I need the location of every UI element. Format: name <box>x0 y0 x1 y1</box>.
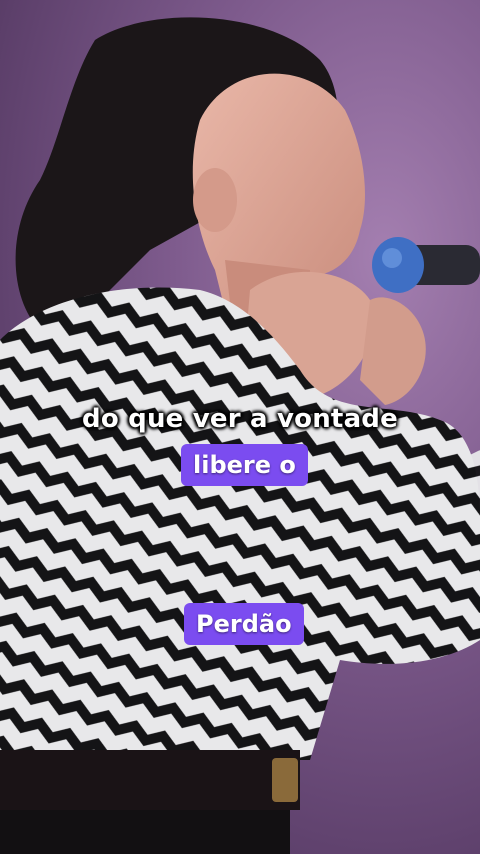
subtitle-line: do que ver a vontade <box>82 404 398 434</box>
highlight-caption-emphasis: Perdão <box>184 603 304 645</box>
highlight-caption: libere o <box>181 444 308 486</box>
video-frame: do que ver a vontade libere o Perdão <box>0 0 480 854</box>
